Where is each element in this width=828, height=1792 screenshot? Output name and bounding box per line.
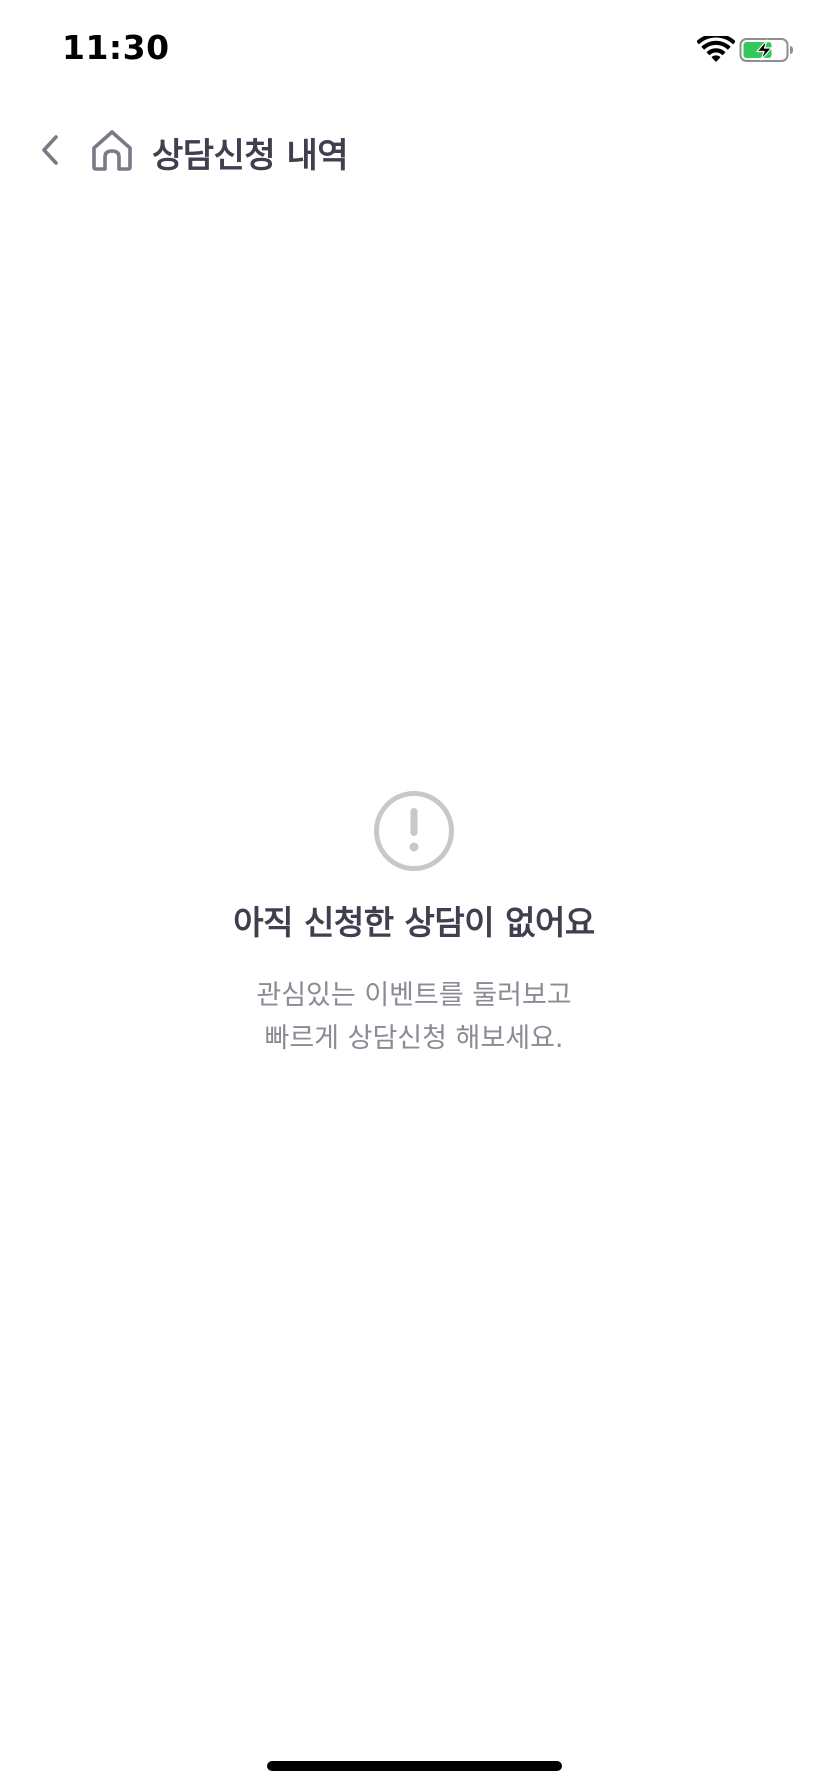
empty-title: 아직 신청한 상담이 없어요 bbox=[233, 903, 595, 942]
empty-description-line1: 관심있는 이벤트를 둘러보고 bbox=[256, 980, 572, 1011]
page-title: 상담신청 내역 bbox=[152, 136, 349, 176]
home-button[interactable] bbox=[88, 126, 136, 174]
wifi-icon bbox=[696, 33, 736, 64]
status-bar: 11:30 bbox=[0, 0, 828, 100]
home-icon bbox=[92, 130, 132, 171]
screen: 11:30 상담신청 내역 아직 신청한 상담이 없어요 관심있는 이벤트를 둘… bbox=[0, 0, 828, 1792]
chevron-left-icon bbox=[42, 135, 58, 165]
status-time: 11:30 bbox=[62, 28, 170, 67]
exclamation-circle-icon bbox=[373, 790, 455, 872]
home-indicator bbox=[267, 1761, 562, 1771]
empty-state: 아직 신청한 상담이 없어요 관심있는 이벤트를 둘러보고 빠르게 상담신청 해… bbox=[0, 790, 828, 1060]
nav-bar: 상담신청 내역 bbox=[0, 110, 828, 190]
empty-description: 관심있는 이벤트를 둘러보고 빠르게 상담신청 해보세요. bbox=[256, 974, 571, 1060]
empty-description-line2: 빠르게 상담신청 해보세요. bbox=[264, 1023, 564, 1054]
battery-charging-icon bbox=[739, 36, 795, 64]
back-button[interactable] bbox=[30, 126, 70, 174]
